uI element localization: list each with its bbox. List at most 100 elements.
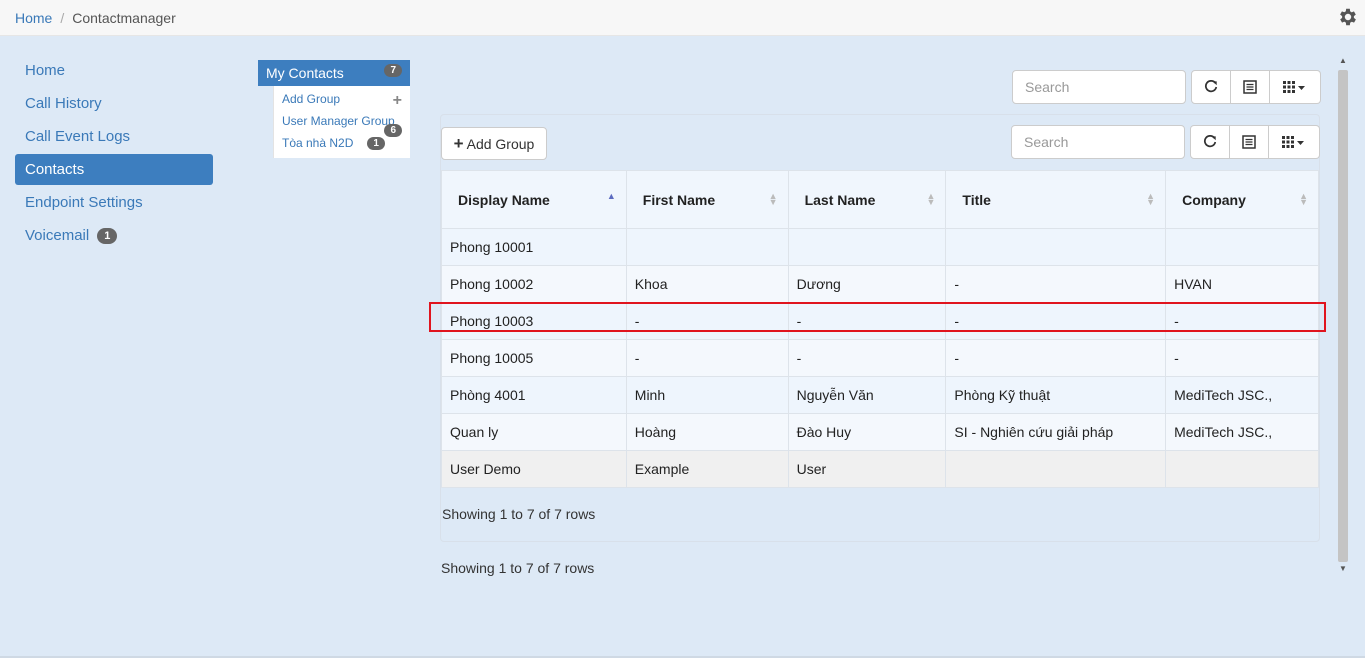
list-view-icon: [1243, 80, 1257, 94]
sidebar-item-label: Call History: [25, 95, 102, 112]
vertical-scrollbar[interactable]: ▲ ▼: [1335, 56, 1351, 578]
sidebar-item-home[interactable]: Home: [15, 55, 213, 86]
column-header-title[interactable]: Title ▲ ▼: [945, 170, 1167, 229]
column-header-first-name[interactable]: First Name ▲ ▼: [625, 170, 789, 229]
table-row[interactable]: Phong 10003 - - - -: [441, 302, 1319, 340]
table-header-row: Display Name ▲ First Name ▲ ▼ Last Name ▲ ▼ T…: [441, 170, 1319, 229]
grid-icon: [1283, 81, 1305, 93]
plus-icon: +: [453, 133, 464, 153]
sidebar-item-label: Endpoint Settings: [25, 194, 143, 211]
table-cell: Phong 10003: [441, 302, 627, 340]
table-cell: SI - Nghiên cứu giải pháp: [945, 413, 1167, 451]
column-label: First Name: [642, 191, 716, 208]
table-cell: -: [625, 339, 789, 377]
breadcrumb-separator: /: [60, 9, 65, 26]
table-cell: MediTech JSC.,: [1165, 376, 1319, 414]
sidebar-item-endpoint-settings[interactable]: Endpoint Settings: [15, 187, 213, 218]
scroll-down-icon[interactable]: ▼: [1339, 564, 1347, 573]
table-row[interactable]: Phong 10001: [441, 228, 1319, 266]
table-cell: -: [945, 265, 1167, 303]
group-my-contacts[interactable]: My Contacts 7: [258, 60, 410, 86]
table-cell: HVAN: [1165, 265, 1319, 303]
contacts-table: Display Name ▲ First Name ▲ ▼ Last Name ▲ ▼ T…: [441, 170, 1319, 488]
table-cell: -: [1165, 302, 1319, 340]
sort-asc-icon: ▲: [606, 191, 616, 201]
group-item-add-group[interactable]: Add Group +: [282, 88, 410, 110]
columns-dropdown-button[interactable]: [1269, 125, 1320, 159]
inner-table-buttons: [1190, 125, 1320, 159]
table-row[interactable]: Phòng 4001 Minh Nguyễn Văn Phòng Kỹ thuậ…: [441, 376, 1319, 414]
breadcrumb: Home / Contactmanager: [0, 0, 1365, 36]
group-item-badge: 1: [367, 136, 385, 150]
table-cell: [625, 228, 789, 266]
column-header-display-name[interactable]: Display Name ▲: [441, 170, 627, 229]
toggle-view-button[interactable]: [1230, 125, 1269, 159]
sidebar-item-label: Voicemail: [25, 227, 90, 244]
gear-icon[interactable]: [1337, 6, 1359, 28]
table-cell: Hoàng: [625, 413, 789, 451]
sidebar-item-voicemail[interactable]: Voicemail 1: [15, 220, 213, 251]
columns-dropdown-button[interactable]: [1270, 70, 1321, 104]
table-row[interactable]: Phong 10002 Khoa Dương - HVAN: [441, 265, 1319, 303]
table-cell: Khoa: [625, 265, 789, 303]
pagination-info-inner: Showing 1 to 7 of 7 rows: [442, 506, 596, 522]
refresh-button[interactable]: [1190, 125, 1230, 159]
sort-icon: ▲ ▼: [1146, 191, 1156, 207]
table-row[interactable]: User Demo Example User: [441, 450, 1319, 488]
table-cell: [1165, 228, 1319, 266]
toggle-view-button[interactable]: [1231, 70, 1270, 104]
table-cell: Phong 10002: [441, 265, 627, 303]
add-group-label: Add Group: [466, 135, 535, 152]
table-cell: Quan ly: [441, 413, 627, 451]
add-group-button[interactable]: + Add Group: [441, 127, 547, 160]
table-cell: Example: [625, 450, 789, 488]
list-view-icon: [1242, 135, 1256, 149]
group-item-toa-nha[interactable]: Tòa nhà N2D 1 6: [282, 124, 410, 154]
table-cell: [945, 450, 1167, 488]
sort-icon: ▲ ▼: [768, 191, 778, 207]
inner-toolbar: [1011, 125, 1320, 159]
refresh-button[interactable]: [1191, 70, 1231, 104]
column-header-company[interactable]: Company ▲ ▼: [1165, 170, 1319, 229]
table-cell: Phòng 4001: [441, 376, 627, 414]
group-item-label: Add Group: [282, 92, 341, 106]
column-label: Last Name: [804, 191, 876, 208]
outer-table-buttons: [1191, 70, 1321, 104]
table-row[interactable]: Quan ly Hoàng Đào Huy SI - Nghiên cứu gi…: [441, 413, 1319, 451]
scroll-thumb[interactable]: [1338, 70, 1348, 562]
scroll-up-icon[interactable]: ▲: [1339, 56, 1347, 65]
sidebar-item-label: Contacts: [25, 161, 85, 178]
column-label: Title: [962, 191, 991, 208]
table-cell: Phong 10001: [441, 228, 627, 266]
table-cell: [945, 228, 1167, 266]
grid-icon: [1282, 136, 1304, 148]
inner-search-input[interactable]: [1011, 125, 1185, 159]
sidebar-item-label: Home: [25, 62, 66, 79]
sidebar-item-call-event-logs[interactable]: Call Event Logs: [15, 121, 213, 152]
table-cell: -: [787, 339, 947, 377]
table-cell: User: [787, 450, 947, 488]
breadcrumb-home-link[interactable]: Home: [15, 10, 52, 26]
group-header-label: My Contacts: [266, 65, 344, 81]
sort-icon: ▲ ▼: [1299, 191, 1308, 207]
table-cell: User Demo: [441, 450, 627, 488]
column-label: Company: [1182, 191, 1246, 208]
table-cell: [1165, 450, 1319, 488]
group-item-label: User Manager Group: [282, 114, 395, 128]
sidebar-item-contacts[interactable]: Contacts: [15, 154, 213, 185]
contact-groups-panel: My Contacts 7 Add Group + User Manager G…: [258, 60, 410, 158]
plus-icon[interactable]: +: [393, 92, 402, 110]
pagination-info-outer: Showing 1 to 7 of 7 rows: [441, 560, 595, 576]
group-item-badge-secondary: 6: [384, 124, 402, 137]
breadcrumb-current: Contactmanager: [72, 9, 176, 26]
column-header-last-name[interactable]: Last Name ▲ ▼: [787, 170, 947, 229]
table-cell: -: [945, 339, 1167, 377]
outer-search-input[interactable]: [1012, 70, 1186, 104]
outer-toolbar: [1012, 70, 1321, 104]
table-row[interactable]: Phong 10005 - - - -: [441, 339, 1319, 377]
sidebar-item-call-history[interactable]: Call History: [15, 88, 213, 119]
table-cell: Dương: [787, 265, 947, 303]
refresh-icon: [1204, 80, 1218, 93]
sidebar-nav: Home Call History Call Event Logs Contac…: [15, 55, 213, 253]
group-item-label: Tòa nhà N2D: [282, 136, 354, 150]
